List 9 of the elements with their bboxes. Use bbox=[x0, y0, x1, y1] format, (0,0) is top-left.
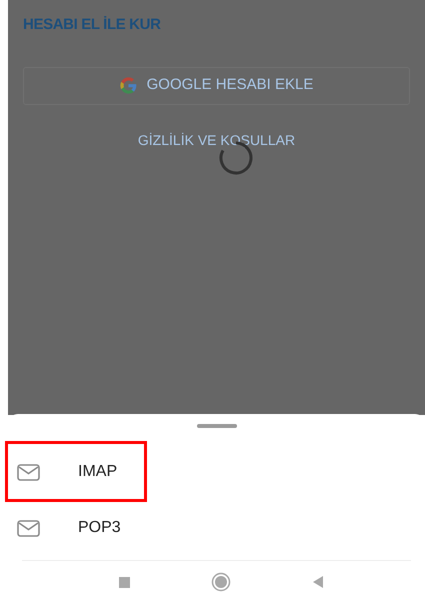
protocol-item[interactable]: POP3 bbox=[8, 500, 425, 556]
envelope-icon bbox=[17, 520, 40, 536]
drag-handle[interactable] bbox=[196, 424, 236, 428]
protocol-item[interactable]: IMAP bbox=[8, 444, 425, 500]
envelope-icon bbox=[17, 464, 40, 480]
square-icon bbox=[118, 576, 130, 588]
google-logo-icon bbox=[120, 77, 137, 94]
back-icon bbox=[311, 575, 325, 589]
section-title: HESABI EL İLE KUR bbox=[23, 15, 162, 35]
